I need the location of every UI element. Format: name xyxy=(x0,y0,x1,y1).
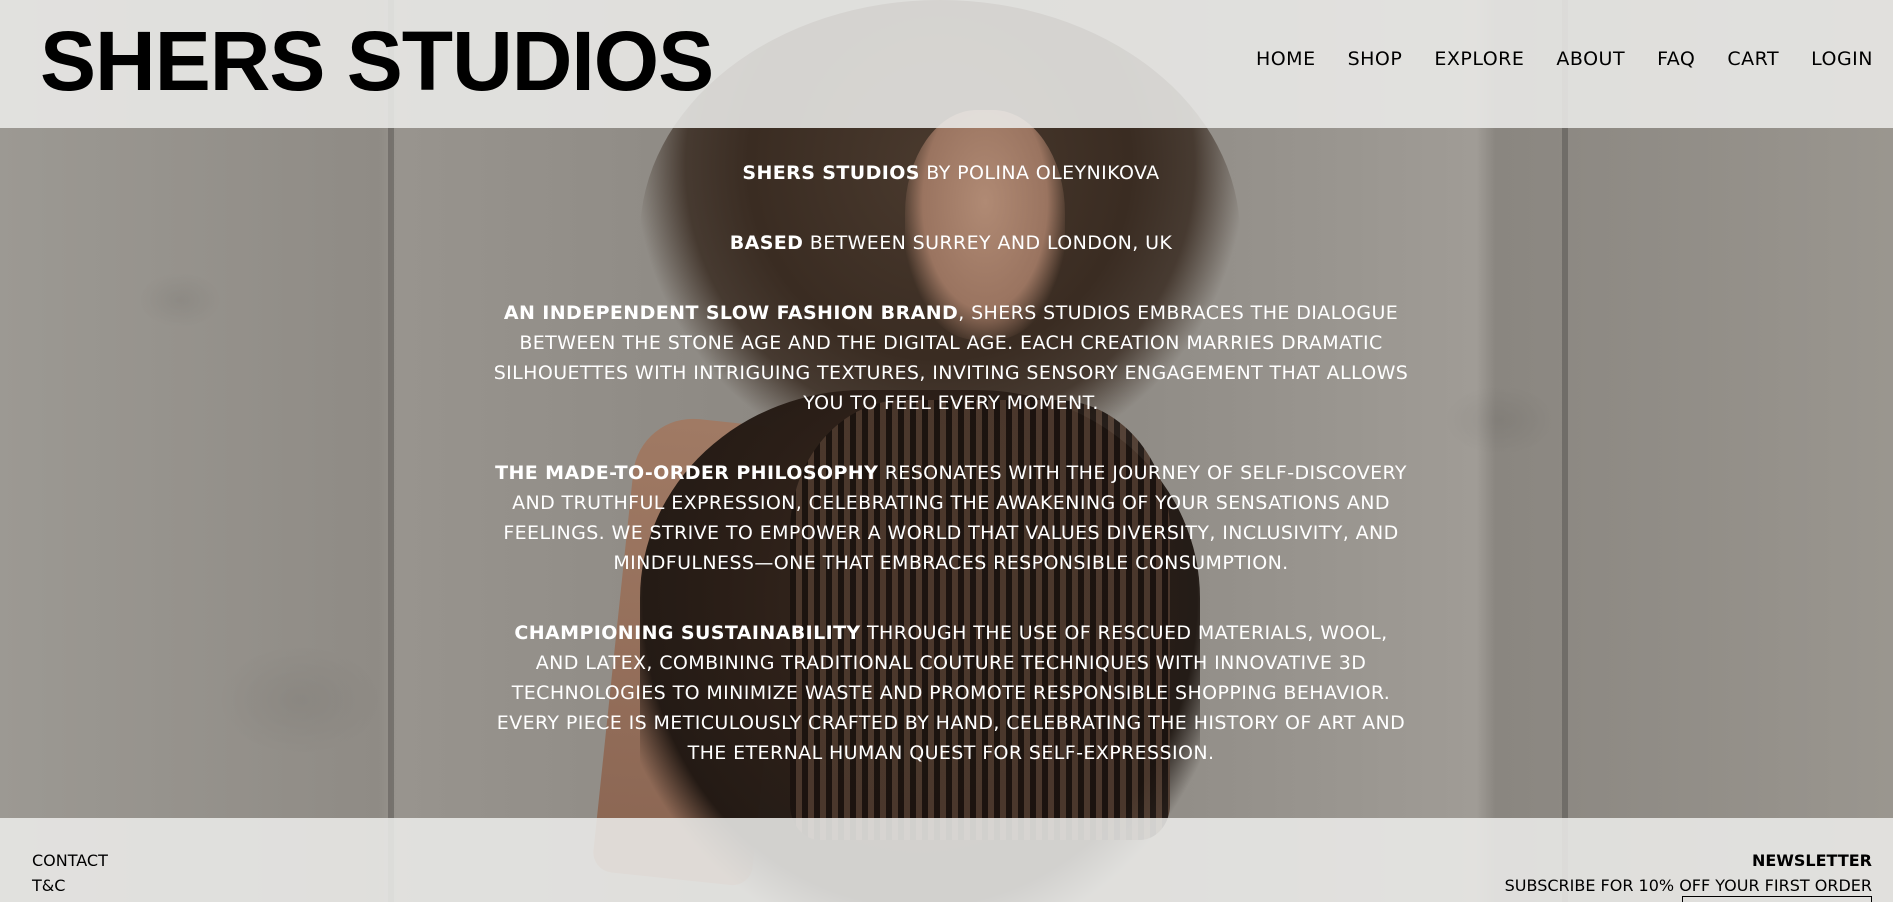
site-footer: CONTACT T&C NEWSLETTER SUBSCRIBE FOR 10%… xyxy=(0,818,1893,902)
newsletter-email-input[interactable] xyxy=(1682,896,1872,902)
wall-seam xyxy=(388,0,394,902)
paragraph-lead: BASED xyxy=(729,232,804,254)
about-paragraph: THE MADE-TO-ORDER PHILOSOPHY RESONATES W… xyxy=(490,458,1412,578)
newsletter-block: NEWSLETTER SUBSCRIBE FOR 10% OFF YOUR FI… xyxy=(1505,848,1872,898)
nav-shop[interactable]: SHOP xyxy=(1348,48,1403,70)
footer-contact-link[interactable]: CONTACT xyxy=(32,848,108,873)
about-paragraph: CHAMPIONING SUSTAINABILITY THROUGH THE U… xyxy=(490,618,1412,768)
paragraph-lead: CHAMPIONING SUSTAINABILITY xyxy=(514,622,861,644)
nav-home[interactable]: HOME xyxy=(1256,48,1316,70)
paragraph-body: BETWEEN SURREY AND LONDON, UK xyxy=(803,232,1173,254)
site-header: SHERS STUDIOS HOME SHOP EXPLORE ABOUT FA… xyxy=(0,0,1893,128)
about-paragraph: BASED BETWEEN SURREY AND LONDON, UK xyxy=(490,228,1412,258)
about-paragraph: AN INDEPENDENT SLOW FASHION BRAND, SHERS… xyxy=(490,298,1412,418)
paragraph-lead: SHERS STUDIOS xyxy=(742,162,920,184)
nav-cart[interactable]: CART xyxy=(1727,48,1779,70)
footer-links: CONTACT T&C xyxy=(32,848,108,898)
newsletter-title: NEWSLETTER xyxy=(1751,851,1872,870)
footer-terms-link[interactable]: T&C xyxy=(32,873,108,898)
nav-login[interactable]: LOGIN xyxy=(1811,48,1873,70)
nav-explore[interactable]: EXPLORE xyxy=(1434,48,1524,70)
site-logo[interactable]: SHERS STUDIOS xyxy=(40,19,714,103)
nav-faq[interactable]: FAQ xyxy=(1657,48,1695,70)
nav-about[interactable]: ABOUT xyxy=(1556,48,1625,70)
paragraph-body: BY POLINA OLEYNIKOVA xyxy=(919,162,1160,184)
newsletter-subtitle: SUBSCRIBE FOR 10% OFF YOUR FIRST ORDER xyxy=(1504,876,1872,895)
paragraph-lead: AN INDEPENDENT SLOW FASHION BRAND xyxy=(503,302,959,324)
about-content: SHERS STUDIOS BY POLINA OLEYNIKOVA BASED… xyxy=(490,158,1412,808)
wall-seam xyxy=(1562,0,1568,902)
main-nav: HOME SHOP EXPLORE ABOUT FAQ CART LOGIN xyxy=(1256,48,1873,70)
about-paragraph: SHERS STUDIOS BY POLINA OLEYNIKOVA xyxy=(490,158,1412,188)
paragraph-lead: THE MADE-TO-ORDER PHILOSOPHY xyxy=(495,462,879,484)
